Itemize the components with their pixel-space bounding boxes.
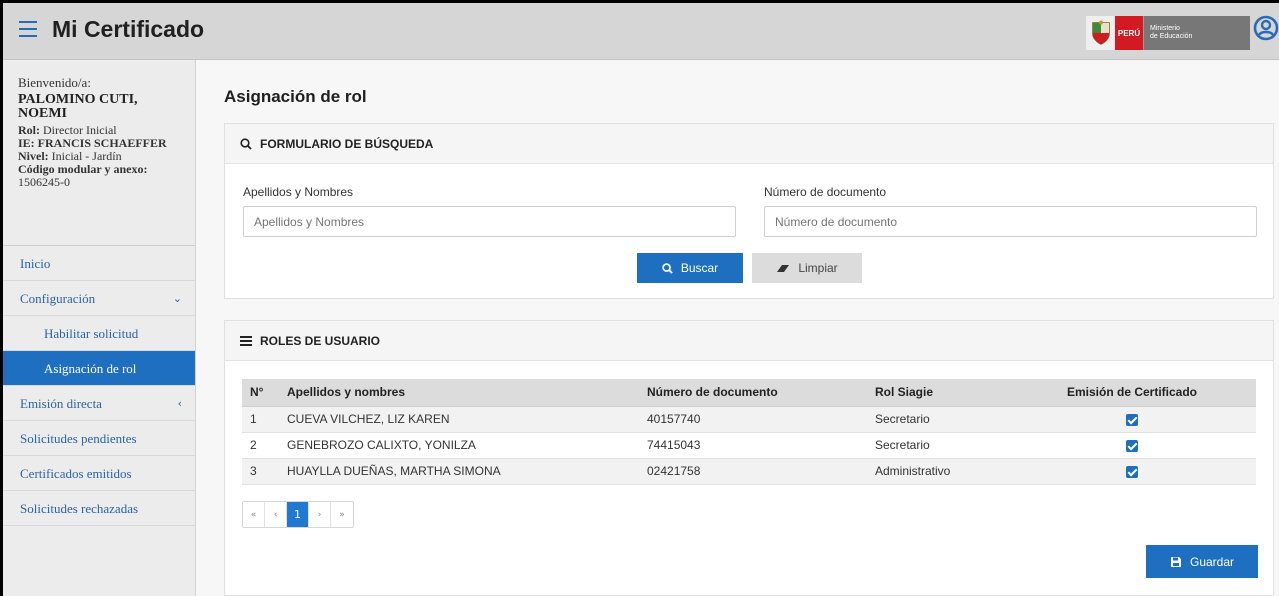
document-field-label: Número de documento: [764, 185, 887, 199]
pagination: « ‹ 1 › »: [242, 501, 354, 528]
name-field-label: Apellidos y Nombres: [243, 185, 354, 199]
chevron-down-icon: ⌄: [172, 292, 182, 305]
user-profile: Bienvenido/a: PALOMINO CUTI, NOEMI Rol: …: [3, 60, 195, 246]
save-button[interactable]: Guardar: [1146, 545, 1258, 578]
peru-brand: PERÚ: [1115, 16, 1143, 50]
clear-button[interactable]: Limpiar: [752, 253, 862, 283]
search-icon: [240, 137, 252, 150]
sidebar-item-configuracion[interactable]: Configuración ⌄: [3, 281, 195, 316]
page-title: Asignación de rol: [224, 87, 367, 106]
user-roles-header: ROLES DE USUARIO: [225, 321, 1273, 361]
sidebar-item-solicitudes-rechazadas[interactable]: Solicitudes rechazadas: [3, 491, 195, 526]
sidebar-item-emision-directa[interactable]: Emisión directa ‹: [3, 386, 195, 421]
emision-checkbox[interactable]: [1126, 439, 1138, 452]
pagination-page-1[interactable]: 1: [287, 502, 309, 527]
app-title: Mi Certificado: [52, 16, 205, 42]
eraser-icon: [776, 263, 790, 273]
top-bar: Mi Certificado PERÚ Ministerio de Educac…: [3, 3, 1279, 60]
search-form-header: FORMULARIO DE BÚSQUEDA: [225, 124, 1273, 164]
column-header-number: N°: [242, 379, 279, 407]
chevron-left-icon: ‹: [177, 397, 182, 410]
document-search-input[interactable]: [764, 206, 1257, 237]
ministry-name: Ministerio de Educación: [1143, 16, 1250, 50]
search-button[interactable]: Buscar: [637, 253, 743, 283]
pagination-last[interactable]: »: [331, 502, 353, 527]
user-roles-card: ROLES DE USUARIO N° Apellidos y nombres …: [224, 320, 1274, 596]
floppy-disk-icon: [1170, 556, 1182, 568]
pagination-next[interactable]: ›: [309, 502, 331, 527]
sidebar-item-asignacion-de-rol[interactable]: Asignación de rol: [3, 351, 195, 386]
sidebar-item-inicio[interactable]: Inicio: [3, 246, 195, 281]
table-row: 3 HUAYLLA DUEÑAS, MARTHA SIMONA 02421758…: [242, 458, 1256, 485]
emision-checkbox[interactable]: [1126, 413, 1138, 426]
column-header-rol-siagie: Rol Siagie: [867, 379, 1008, 407]
sidebar-item-solicitudes-pendientes[interactable]: Solicitudes pendientes: [3, 421, 195, 456]
table-header-row: N° Apellidos y nombres Número de documen…: [242, 379, 1256, 407]
list-icon: [240, 335, 252, 346]
ministry-logo: PERÚ Ministerio de Educación: [1086, 16, 1250, 50]
app-frame: Mi Certificado PERÚ Ministerio de Educac…: [0, 0, 1279, 596]
sidebar-item-habilitar-solicitud[interactable]: Habilitar solicitud: [3, 316, 195, 351]
sidebar-nav: Inicio Configuración ⌄ Habilitar solicitu…: [3, 246, 195, 526]
sidebar: Bienvenido/a: PALOMINO CUTI, NOEMI Rol: …: [3, 60, 196, 596]
name-search-input[interactable]: [243, 206, 736, 237]
emision-checkbox[interactable]: [1126, 465, 1138, 478]
menu-icon[interactable]: [19, 21, 37, 37]
pagination-prev[interactable]: ‹: [265, 502, 287, 527]
sidebar-item-certificados-emitidos[interactable]: Certificados emitidos: [3, 456, 195, 491]
roles-table: N° Apellidos y nombres Número de documen…: [242, 379, 1256, 485]
column-header-document: Número de documento: [639, 379, 867, 407]
coat-of-arms-icon: [1086, 16, 1115, 50]
table-row: 2 GENEBROZO CALIXTO, YONILZA 74415043 Se…: [242, 432, 1256, 459]
user-account-icon[interactable]: [1253, 15, 1279, 41]
column-header-emision: Emisión de Certificado: [1008, 379, 1256, 407]
user-code: 1506245-0: [18, 175, 70, 189]
search-form-card: FORMULARIO DE BÚSQUEDA Apellidos y Nombr…: [224, 123, 1274, 299]
pagination-first[interactable]: «: [243, 502, 265, 527]
user-name: PALOMINO CUTI, NOEMI: [18, 92, 138, 121]
welcome-text: Bienvenido/a:: [18, 75, 91, 90]
main-content: Asignación de rol FORMULARIO DE BÚSQUEDA…: [196, 60, 1279, 596]
column-header-name: Apellidos y nombres: [279, 379, 639, 407]
table-row: 1 CUEVA VILCHEZ, LIZ KAREN 40157740 Secr…: [242, 406, 1256, 433]
search-icon: [662, 262, 673, 274]
